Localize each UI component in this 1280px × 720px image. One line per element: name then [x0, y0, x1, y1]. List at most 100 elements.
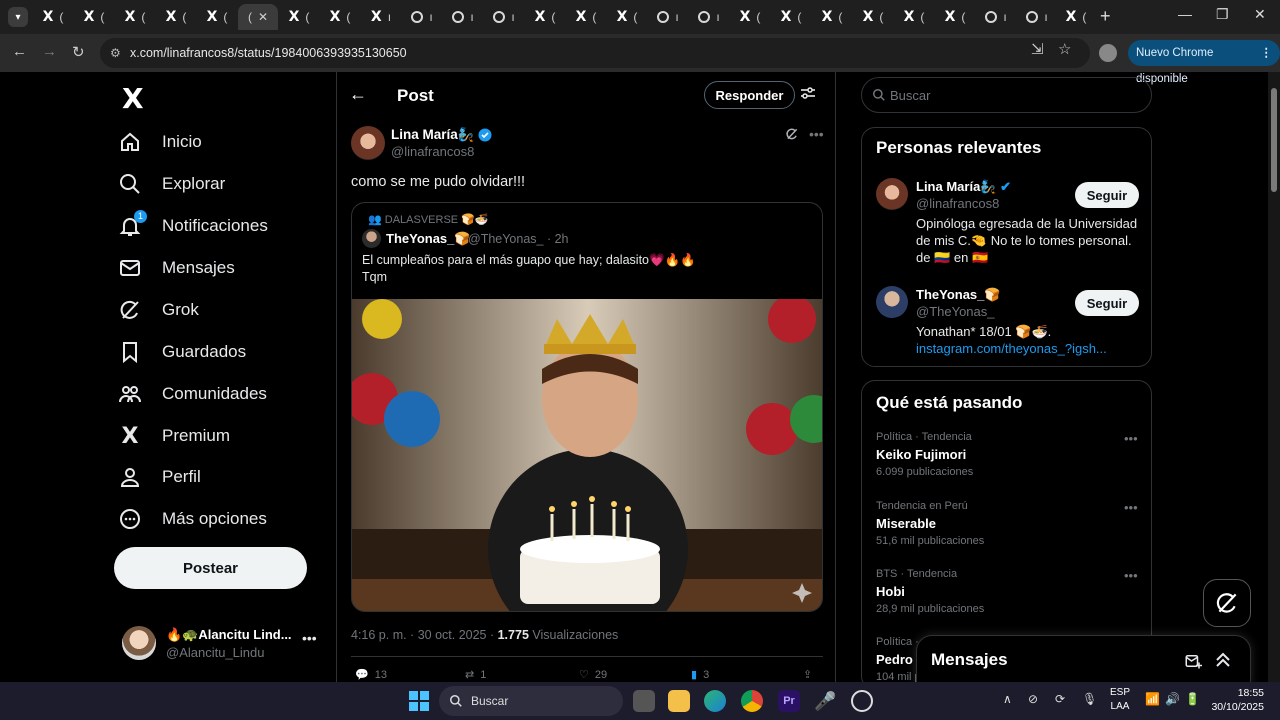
tab-x[interactable]: X(	[197, 4, 237, 30]
reload-icon[interactable]: ↻	[72, 43, 85, 61]
tab-x[interactable]: X(	[935, 4, 975, 30]
tab-x[interactable]: X(	[894, 4, 934, 30]
sliders-icon[interactable]	[800, 85, 816, 106]
nav-item-bookmarks[interactable]: Guardados	[110, 332, 246, 372]
tab-search-button[interactable]: ▾	[8, 7, 28, 27]
chrome-update-button[interactable]: Nuevo Chrome disponible ⋮	[1128, 40, 1280, 85]
sync-icon[interactable]: ⟳	[1055, 692, 1065, 706]
avatar[interactable]	[876, 178, 908, 210]
nav-item-premium[interactable]: X Premium	[110, 416, 231, 456]
language-indicator[interactable]: ESP LAA	[1110, 686, 1130, 714]
tab-x[interactable]: X(	[853, 4, 893, 30]
avatar[interactable]	[876, 286, 908, 318]
forward-icon[interactable]: →	[42, 43, 57, 60]
tab-x[interactable]: X(	[607, 4, 647, 30]
address-bar[interactable]: ⚙ x.com/linafrancos8/status/198400639393…	[100, 38, 1090, 68]
more-dots-icon[interactable]: •••	[1124, 431, 1138, 446]
tab-x[interactable]: X(	[74, 4, 114, 30]
grok-floating-button[interactable]	[1203, 579, 1251, 627]
author-name[interactable]: Lina María🧞	[391, 127, 492, 143]
community-label[interactable]: 👥 DALASVERSE 🍞🍜	[368, 213, 489, 226]
tab-grok[interactable]: ı	[976, 4, 1016, 30]
back-arrow-icon[interactable]: ←	[349, 84, 367, 105]
site-info-icon[interactable]: ⚙	[110, 46, 121, 60]
like-action[interactable]: ♡ 29	[579, 668, 607, 682]
more-dots-icon[interactable]: •••	[1124, 500, 1138, 515]
nav-item-communities[interactable]: Comunidades	[110, 374, 267, 414]
new-tab-plus-icon[interactable]: +	[1100, 6, 1111, 27]
premiere-icon[interactable]: Pr	[778, 690, 800, 712]
person-handle[interactable]: @TheYonas_	[916, 304, 995, 319]
nav-item-notifications[interactable]: 1 Notificaciones	[110, 206, 268, 246]
chevron-up-icon[interactable]: ∧	[1003, 692, 1012, 706]
nav-item-grok[interactable]: Grok	[110, 290, 199, 330]
battery-icon[interactable]: 🔋	[1185, 692, 1200, 706]
minimize-icon[interactable]: —	[1178, 6, 1192, 22]
scrollbar-thumb[interactable]	[1271, 88, 1277, 192]
reply-action[interactable]: 💬 13	[355, 668, 387, 682]
microphone-icon[interactable]: 🎤	[814, 690, 836, 712]
person-name[interactable]: TheYonas_🍞	[916, 287, 1001, 303]
close-tab-icon[interactable]: ✕	[258, 10, 268, 24]
wifi-icon[interactable]: 📶	[1145, 692, 1160, 706]
nav-item-profile[interactable]: Perfil	[110, 457, 201, 497]
repost-action[interactable]: ⇄ 1	[465, 668, 486, 682]
person-handle[interactable]: @linafrancos8	[916, 196, 999, 211]
tab-grok[interactable]: ı	[443, 4, 483, 30]
follow-button[interactable]: Seguir	[1075, 182, 1139, 208]
nav-item-explore[interactable]: Explorar	[110, 164, 225, 204]
tab-grok[interactable]: ı	[402, 4, 442, 30]
trend-name[interactable]: Hobi	[876, 584, 905, 599]
edge-icon[interactable]	[704, 690, 726, 712]
birthday-photo[interactable]	[352, 295, 822, 611]
tab-grok[interactable]: ı	[484, 4, 524, 30]
tab-grok[interactable]: ı	[1017, 4, 1057, 30]
follow-button[interactable]: Seguir	[1075, 290, 1139, 316]
tab-x[interactable]: X(	[33, 4, 73, 30]
x-logo-icon[interactable]: X	[122, 82, 144, 115]
task-view-icon[interactable]	[633, 690, 655, 712]
share-action[interactable]: ⇪	[803, 668, 812, 681]
trend-name[interactable]: Miserable	[876, 516, 936, 531]
more-dots-icon[interactable]: •••	[809, 126, 824, 142]
tab-x[interactable]: X(	[812, 4, 852, 30]
messages-drawer[interactable]: Mensajes	[916, 635, 1251, 685]
back-icon[interactable]: ←	[12, 43, 27, 60]
nav-item-messages[interactable]: Mensajes	[110, 248, 235, 288]
quoted-post[interactable]: 👥 DALASVERSE 🍞🍜 TheYonas_🍞 @TheYonas_ · …	[351, 202, 823, 612]
person-name[interactable]: Lina María🧞 ✔	[916, 179, 1011, 195]
tab-x[interactable]: X(	[525, 4, 565, 30]
bio-link[interactable]: instagram.com/theyonas_?igsh...	[916, 340, 1141, 357]
tab-x[interactable]: X(	[320, 4, 360, 30]
tab-grok[interactable]: ı	[648, 4, 688, 30]
taskbar-search[interactable]: Buscar	[439, 686, 623, 716]
tab-x[interactable]: X(	[566, 4, 606, 30]
trend-name[interactable]: Keiko Fujimori	[876, 447, 966, 462]
nav-item-home[interactable]: Inicio	[110, 122, 202, 162]
tab-x[interactable]: X(	[115, 4, 155, 30]
nav-item-more[interactable]: Más opciones	[110, 499, 267, 539]
network-off-icon[interactable]: ⊘	[1028, 692, 1038, 706]
tab-x[interactable]: X(	[1056, 4, 1096, 30]
tab-x[interactable]: X(	[156, 4, 196, 30]
grok-icon[interactable]	[785, 127, 799, 146]
mic-tray-icon[interactable]: 🎙	[1082, 692, 1097, 706]
more-dots-icon[interactable]: •••	[302, 630, 317, 646]
profile-avatar[interactable]	[1099, 44, 1117, 62]
tab-x[interactable]: Xı	[361, 4, 401, 30]
clock[interactable]: 18:55 30/10/2025	[1208, 686, 1264, 714]
tab-x[interactable]: X(	[730, 4, 770, 30]
tab-x[interactable]: X(	[771, 4, 811, 30]
tab-grok[interactable]: ı	[689, 4, 729, 30]
close-window-icon[interactable]: ✕	[1254, 6, 1266, 23]
chrome-icon[interactable]	[741, 690, 763, 712]
author-handle[interactable]: @linafrancos8	[391, 144, 474, 159]
more-dots-icon[interactable]: •••	[1124, 568, 1138, 583]
tab-active[interactable]: (✕	[238, 4, 278, 30]
account-switcher[interactable]: 🔥🐢Alancitu Lind... @Alancitu_Lindu •••	[122, 624, 332, 664]
avatar[interactable]	[351, 126, 385, 160]
reply-button[interactable]: Responder	[704, 81, 795, 109]
volume-icon[interactable]: 🔊	[1165, 692, 1180, 706]
tab-x[interactable]: X(	[279, 4, 319, 30]
search-input[interactable]: Buscar	[861, 77, 1152, 113]
